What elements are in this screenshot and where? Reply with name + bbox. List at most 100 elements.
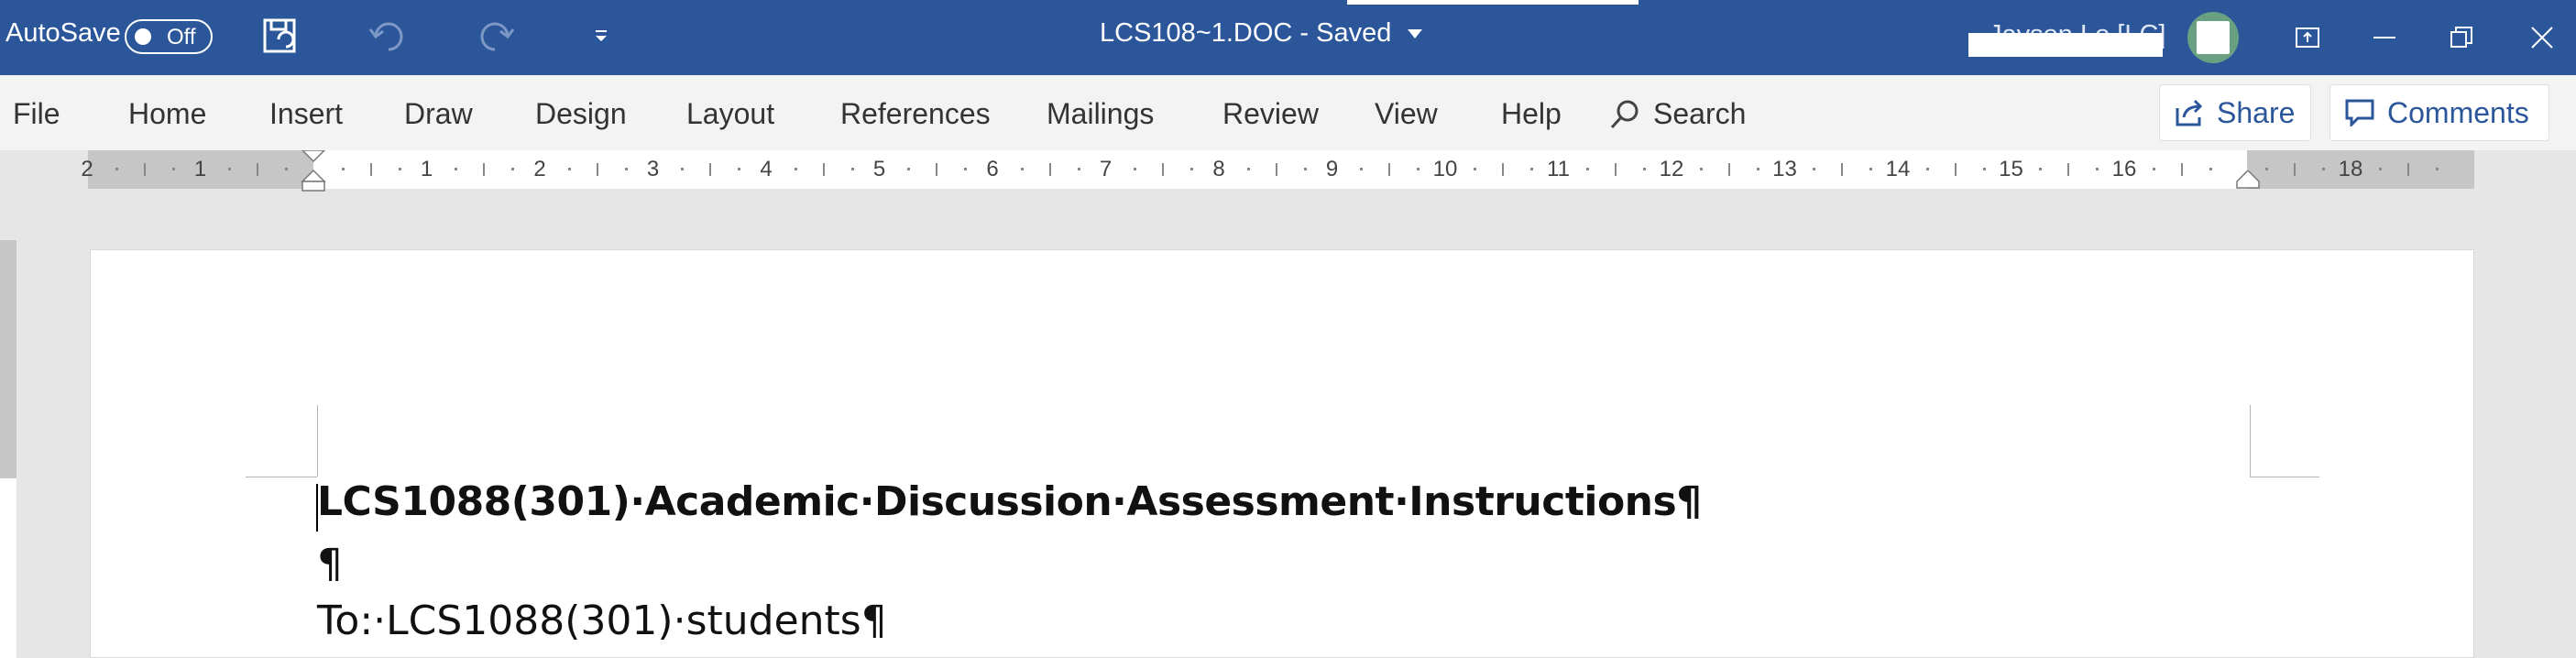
ruler-tick xyxy=(398,168,401,170)
title-top-strip xyxy=(1347,0,1639,5)
ruler-label: 2 xyxy=(81,157,93,181)
ruler-tick xyxy=(1982,168,1986,170)
redo-icon[interactable] xyxy=(473,16,517,57)
ruler-tick xyxy=(1246,168,1250,170)
user-name-overlay xyxy=(1968,33,2163,57)
minimize-icon[interactable] xyxy=(2362,16,2406,59)
ruler-tick xyxy=(709,163,712,176)
ruler-tick xyxy=(115,168,118,170)
ruler-tick xyxy=(2435,168,2439,170)
ruler-label: 13 xyxy=(1772,157,1797,181)
ruler-tick xyxy=(2294,163,2296,176)
ruler-tick xyxy=(1501,163,1504,176)
tab-references[interactable]: References xyxy=(840,97,991,131)
ruler-tick xyxy=(228,168,232,170)
chevron-down-icon xyxy=(1408,28,1423,38)
tab-draw[interactable]: Draw xyxy=(404,97,473,131)
ruler-label: 1 xyxy=(420,157,433,181)
save-icon[interactable] xyxy=(258,16,302,57)
horizontal-ruler[interactable]: 2 1 1 2 3 4 5 6 7 8 9 10 11 12 13 14 15 16 18 xyxy=(81,150,2474,192)
ruler-tick xyxy=(1727,163,1730,176)
ruler-tick xyxy=(681,168,685,170)
paragraph-mark-line[interactable]: ¶ xyxy=(317,541,343,587)
autosave-toggle[interactable]: Off xyxy=(125,19,213,54)
ruler-tick xyxy=(483,163,486,176)
tab-insert[interactable]: Insert xyxy=(269,97,343,131)
vertical-ruler[interactable] xyxy=(0,240,16,658)
ruler-label: 15 xyxy=(1999,157,2023,181)
ruler-tick xyxy=(2096,168,2099,170)
ruler-tick xyxy=(511,168,515,170)
avatar-image xyxy=(2197,21,2230,54)
customize-quick-access-icon[interactable] xyxy=(579,16,623,57)
ruler-label: 2 xyxy=(533,157,546,181)
ruler-tick xyxy=(1586,168,1590,170)
comments-button[interactable]: Comments xyxy=(2329,84,2549,141)
ruler-tick xyxy=(1417,168,1420,170)
ruler-tick xyxy=(850,168,854,170)
document-heading[interactable]: LCS1088(301)·Academic·Discussion·Assessm… xyxy=(317,478,1702,525)
ruler-tick xyxy=(1048,163,1051,176)
search-label: Search xyxy=(1653,97,1747,130)
ruler-label: 11 xyxy=(1547,157,1570,181)
crop-mark-left-vertical xyxy=(317,405,318,477)
document-title[interactable]: LCS108~1.DOC - Saved xyxy=(1100,18,1424,49)
title-bar: AutoSave Off LCS108~1.DOC - Saved Jayson… xyxy=(0,0,2576,75)
restore-icon[interactable] xyxy=(2439,16,2483,59)
tab-mailings[interactable]: Mailings xyxy=(1047,97,1154,131)
ruler-tick xyxy=(1134,168,1137,170)
tab-file[interactable]: File xyxy=(13,97,60,131)
autosave-state: Off xyxy=(167,25,196,49)
share-button[interactable]: Share xyxy=(2159,84,2311,141)
search-box[interactable]: Search xyxy=(1609,97,1746,131)
undo-icon[interactable] xyxy=(367,16,411,57)
ruler-label: 7 xyxy=(1099,157,1113,181)
vertical-ruler-margin xyxy=(0,240,16,478)
share-icon xyxy=(2176,99,2203,126)
ruler-tick xyxy=(171,168,175,170)
ruler-tick xyxy=(2039,168,2043,170)
avatar[interactable] xyxy=(2187,12,2239,63)
ruler-tick xyxy=(822,163,825,176)
ruler-label: 16 xyxy=(2111,157,2137,181)
ruler-label: 12 xyxy=(1659,157,1684,181)
document-title-text: LCS108~1.DOC - Saved xyxy=(1100,18,1392,48)
ruler-tick xyxy=(964,168,968,170)
indent-marker-icon[interactable] xyxy=(301,150,326,194)
ribbon-tabs: File Home Insert Draw Design Layout Refe… xyxy=(0,75,2576,150)
ruler-tick xyxy=(1869,168,1873,170)
tab-view[interactable]: View xyxy=(1375,97,1438,131)
close-icon[interactable] xyxy=(2520,16,2564,59)
crop-mark-right-vertical xyxy=(2250,405,2251,477)
ruler-tick xyxy=(1190,168,1194,170)
ruler-tick xyxy=(1813,168,1816,170)
ruler-label: 14 xyxy=(1885,157,1911,181)
right-indent-marker-icon[interactable] xyxy=(2236,170,2260,189)
tab-help[interactable]: Help xyxy=(1501,97,1562,131)
ruler-tick xyxy=(1954,163,1957,176)
tab-design[interactable]: Design xyxy=(535,97,627,131)
ruler-tick xyxy=(455,168,458,170)
autosave-label: AutoSave xyxy=(5,18,121,48)
comment-icon xyxy=(2345,99,2374,126)
ruler-tick xyxy=(567,168,571,170)
tab-home[interactable]: Home xyxy=(128,97,206,131)
ruler-tick xyxy=(1473,168,1476,170)
ruler-label: 6 xyxy=(986,157,999,181)
ruler-tick xyxy=(2180,163,2183,176)
ruler-label: 5 xyxy=(872,157,886,181)
ruler-tick xyxy=(2406,163,2409,176)
ruler-tick xyxy=(1615,163,1617,176)
ruler-tick xyxy=(2265,168,2269,170)
ruler-tick xyxy=(2378,168,2382,170)
ruler-label: 8 xyxy=(1212,157,1225,181)
ruler-area: 2 1 1 2 3 4 5 6 7 8 9 10 11 12 13 14 15 16 18 xyxy=(0,150,2576,192)
ribbon-display-options-icon[interactable] xyxy=(2286,16,2329,59)
tab-layout[interactable]: Layout xyxy=(686,97,774,131)
ruler-tick xyxy=(285,168,289,170)
tab-review[interactable]: Review xyxy=(1222,97,1319,131)
document-addressee-line[interactable]: To:·LCS1088(301)·students¶ xyxy=(317,598,887,644)
search-icon xyxy=(1610,100,1639,128)
ruler-tick xyxy=(1529,168,1533,170)
ruler-tick xyxy=(1303,168,1307,170)
